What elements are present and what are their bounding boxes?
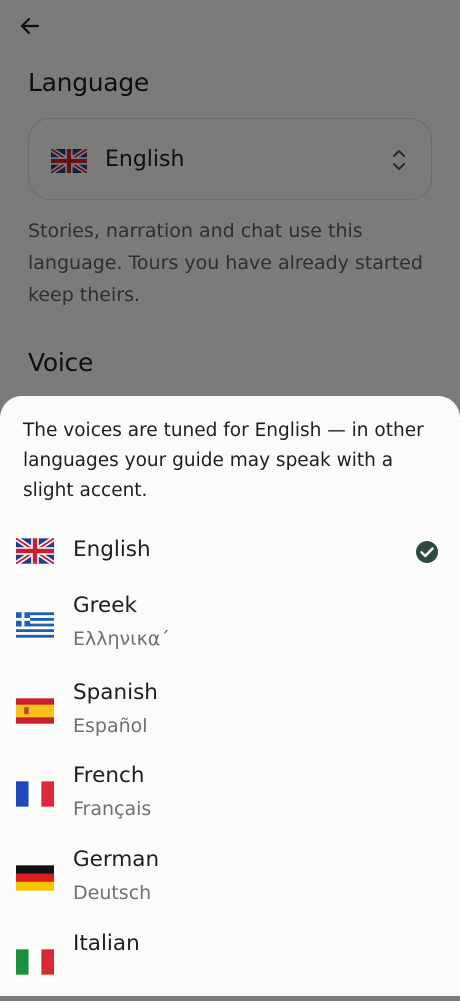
language-option-name: Greek — [73, 593, 137, 618]
uk-flag-icon — [16, 538, 54, 564]
greece-flag-icon — [16, 612, 54, 638]
language-option-name: German — [73, 847, 160, 872]
germany-flag-icon — [16, 865, 54, 891]
italy-flag-icon — [16, 949, 54, 975]
language-option-italian[interactable]: Italian — [0, 929, 460, 1001]
language-option-name: English — [73, 537, 151, 562]
voice-accent-note: The voices are tuned for English — in ot… — [23, 420, 424, 501]
spain-flag-icon — [16, 698, 54, 724]
language-option-french[interactable]: French Français — [0, 761, 460, 833]
language-option-native-name: Deutsch — [73, 882, 152, 904]
language-option-name: Italian — [73, 931, 140, 956]
language-option-native-name: Français — [73, 798, 152, 820]
check-circle-icon — [416, 541, 438, 563]
language-option-name: Spanish — [73, 680, 158, 705]
language-option-german[interactable]: German Deutsch — [0, 845, 460, 917]
language-option-name: French — [73, 763, 145, 788]
language-option-native-name: Ελληνικα´ — [73, 628, 170, 650]
language-option-spanish[interactable]: Spanish Español — [0, 678, 460, 750]
language-bottom-sheet: The voices are tuned for English — in ot… — [0, 396, 460, 996]
language-option-greek[interactable]: Greek Ελληνικα´ — [0, 591, 460, 663]
language-option-english[interactable]: English — [0, 531, 460, 575]
france-flag-icon — [16, 781, 54, 807]
language-option-native-name: Español — [73, 715, 148, 737]
